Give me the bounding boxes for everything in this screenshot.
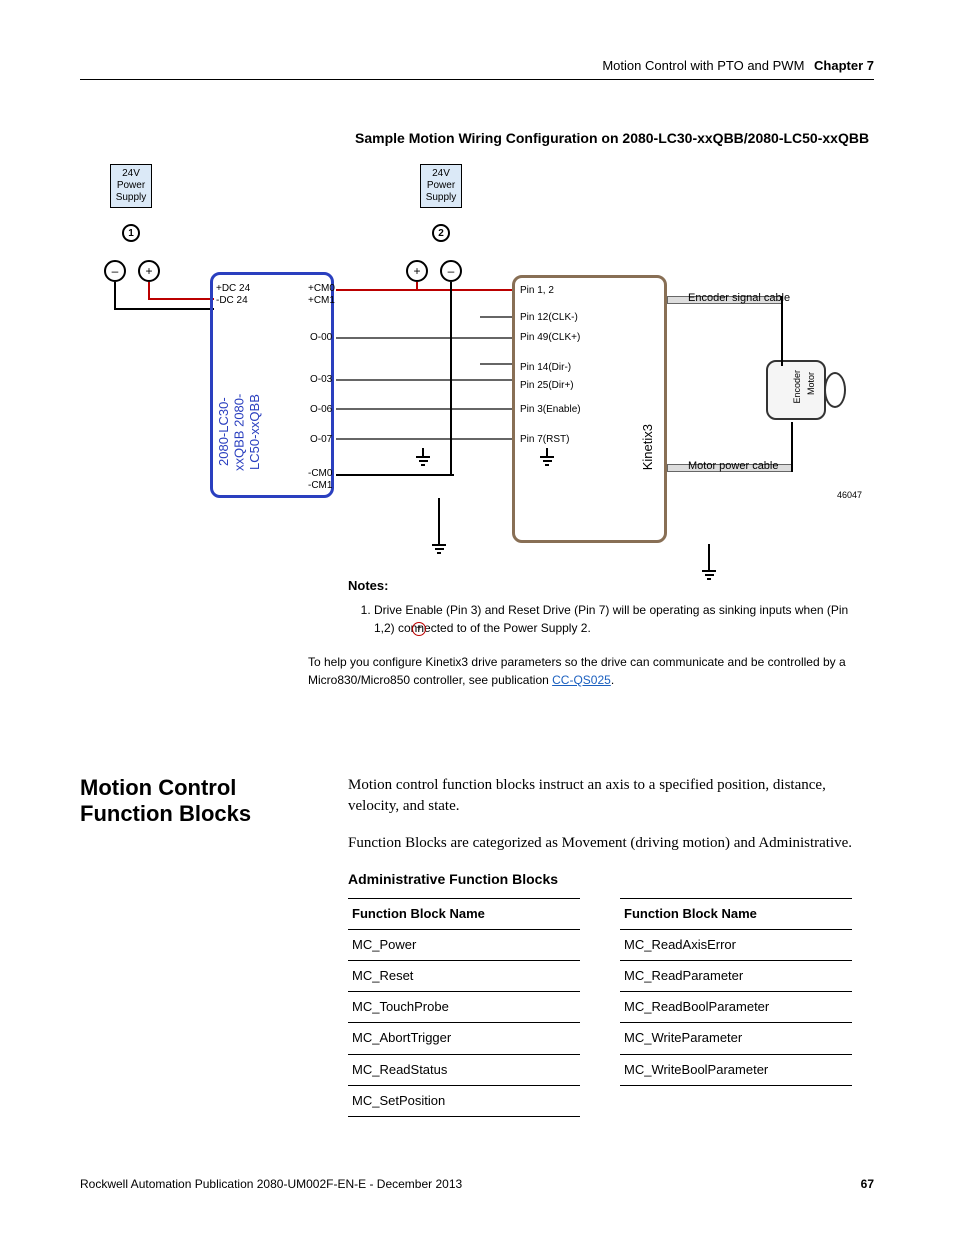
- footer-publication: Rockwell Automation Publication 2080-UM0…: [80, 1177, 462, 1191]
- header-chapter: Chapter 7: [814, 58, 874, 73]
- header-title: Motion Control with PTO and PWM: [602, 58, 804, 73]
- plc-pin-cm1m: -CM1: [308, 480, 332, 491]
- notes-help: To help you configure Kinetix3 drive par…: [308, 653, 868, 689]
- encoder-cable-label: Encoder signal cable: [688, 292, 790, 304]
- k3-pin-12clk: Pin 12(CLK-): [520, 312, 578, 323]
- plus-icon: +: [412, 622, 426, 636]
- plc-pin-o06: O-06: [310, 404, 332, 415]
- k3-pin-7: Pin 7(RST): [520, 434, 569, 445]
- plc-pin-cm0p: +CM0: [308, 283, 335, 294]
- plc-pin-dc24m: -DC 24: [216, 295, 248, 306]
- page-footer: Rockwell Automation Publication 2080-UM0…: [80, 1177, 874, 1191]
- section-heading: Motion Control Function Blocks: [80, 775, 280, 828]
- note-1-text: Drive Enable (Pin 3) and Reset Drive (Pi…: [374, 603, 848, 635]
- plc-labels: 2080-LC30-xxQBB 2080-LC50-xxQBB: [216, 382, 248, 482]
- notes-block: Notes: Drive Enable (Pin 3) and Reset Dr…: [348, 578, 868, 689]
- table-row: MC_Power: [348, 930, 580, 961]
- table-row: MC_WriteParameter: [620, 1023, 852, 1054]
- wiring-diagram: 24V Power Supply 1 – + 24V Power Supply …: [80, 164, 870, 594]
- power-supply-2: 24V Power Supply: [420, 164, 462, 208]
- motor-block: Motor Encoder: [766, 360, 842, 430]
- motor-label: Motor: [806, 372, 816, 395]
- psu2-term-plus: +: [406, 260, 428, 282]
- psu2-line1: 24V: [421, 168, 461, 180]
- psu2-line2: Power: [421, 180, 461, 192]
- help-post: .: [611, 673, 614, 687]
- k3-pin-14: Pin 14(Dir-): [520, 362, 571, 373]
- ground-icon: [416, 456, 430, 466]
- table-row: MC_ReadStatus: [348, 1055, 580, 1086]
- diagram-wrapper: Sample Motion Wiring Configuration on 20…: [80, 130, 870, 594]
- table-row: MC_AbortTrigger: [348, 1023, 580, 1054]
- publication-link[interactable]: CC-QS025: [552, 673, 611, 687]
- tables-row: Function Block Name MC_Power MC_Reset MC…: [348, 898, 874, 1117]
- encoder-label: Encoder: [792, 370, 802, 404]
- table-row: MC_ReadAxisError: [620, 930, 852, 961]
- psu2-term-minus: –: [440, 260, 462, 282]
- table-row: MC_ReadBoolParameter: [620, 992, 852, 1023]
- psu2-line3: Supply: [421, 192, 461, 204]
- table-row: MC_WriteBoolParameter: [620, 1055, 852, 1086]
- plc-pin-cm1p: +CM1: [308, 295, 335, 306]
- diagram-title: Sample Motion Wiring Configuration on 20…: [355, 130, 870, 146]
- psu2-badge: 2: [432, 224, 450, 242]
- table-row: MC_TouchProbe: [348, 992, 580, 1023]
- k3-pin-49: Pin 49(CLK+): [520, 332, 580, 343]
- psu1-line3: Supply: [111, 192, 151, 204]
- motor-cable-label: Motor power cable: [688, 460, 779, 472]
- ground-icon: [432, 544, 446, 554]
- plc-pin-o03: O-03: [310, 374, 332, 385]
- function-block-table-2: Function Block Name MC_ReadAxisError MC_…: [620, 898, 852, 1117]
- table-row: MC_ReadParameter: [620, 961, 852, 992]
- plc-pin-cm0m: -CM0: [308, 468, 332, 479]
- k3-pin-25: Pin 25(Dir+): [520, 380, 574, 391]
- footer-page-number: 67: [861, 1177, 874, 1191]
- plc-pin-dc24p: +DC 24: [216, 283, 250, 294]
- k3-pin-3: Pin 3(Enable): [520, 404, 581, 415]
- plc-pin-o00: O-00: [310, 332, 332, 343]
- psu1-term-plus: +: [138, 260, 160, 282]
- page-header: Motion Control with PTO and PWM Chapter …: [80, 58, 874, 80]
- section-p2: Function Blocks are categorized as Movem…: [348, 833, 874, 854]
- psu1-line2: Power: [111, 180, 151, 192]
- psu1-line1: 24V: [111, 168, 151, 180]
- k3-pin-12: Pin 1, 2: [520, 285, 554, 296]
- table-header: Function Block Name: [348, 898, 580, 930]
- kinetix3-label: Kinetix3: [640, 424, 655, 470]
- table-row: MC_SetPosition: [348, 1086, 580, 1117]
- section-p1: Motion control function blocks instruct …: [348, 775, 874, 817]
- table-title: Administrative Function Blocks: [348, 870, 874, 890]
- section-body: Motion control function blocks instruct …: [348, 775, 874, 1117]
- plc-pin-o07: O-07: [310, 434, 332, 445]
- psu1-badge: 1: [122, 224, 140, 242]
- motor-shaft: [824, 372, 846, 408]
- section: Motion Control Function Blocks Motion co…: [80, 775, 874, 1117]
- figure-number: 46047: [837, 490, 862, 500]
- table-header: Function Block Name: [620, 898, 852, 930]
- table-row: MC_Reset: [348, 961, 580, 992]
- function-block-table-1: Function Block Name MC_Power MC_Reset MC…: [348, 898, 580, 1117]
- power-supply-1: 24V Power Supply: [110, 164, 152, 208]
- note-item: Drive Enable (Pin 3) and Reset Drive (Pi…: [374, 601, 868, 637]
- notes-heading: Notes:: [348, 578, 868, 593]
- psu1-term-minus: –: [104, 260, 126, 282]
